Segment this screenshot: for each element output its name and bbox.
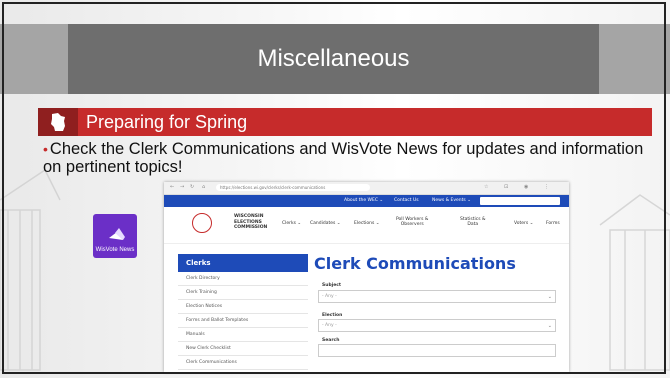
wisconsin-state-icon (38, 108, 78, 136)
sidebar-item-election-notices[interactable]: Election Notices (178, 300, 308, 314)
org-name-line: COMMISSION (234, 225, 268, 230)
sidebar-item-forms-ballot-templates[interactable]: Forms and Ballot Templates (178, 314, 308, 328)
back-icon[interactable]: ← (170, 184, 174, 190)
site-top-nav: About the WEC ⌄ Contact Us News & Events… (164, 195, 569, 207)
extension-icon[interactable]: ⊡ (504, 184, 508, 190)
search-label: Search (322, 338, 340, 343)
nav-poll-workers[interactable]: Poll Workers & Observers (396, 217, 428, 227)
home-icon[interactable]: ⌂ (202, 184, 205, 190)
subject-select[interactable]: - Any - ⌄ (318, 290, 556, 303)
nav-forms[interactable]: Forms (546, 221, 560, 226)
url-field[interactable]: https://elections.wi.gov/clerks/clerk-co… (216, 184, 370, 191)
top-nav-about[interactable]: About the WEC ⌄ (344, 198, 383, 203)
nav-elections[interactable]: Elections ⌄ (354, 221, 380, 226)
sidebar-item-manuals[interactable]: Manuals (178, 328, 308, 342)
wec-seal-logo[interactable] (192, 213, 212, 233)
clerks-sidebar: Clerks Clerk Directory Clerk Training El… (178, 254, 308, 372)
sidebar-item-clerk-directory[interactable]: Clerk Directory (178, 272, 308, 286)
page-title: Clerk Communications (314, 254, 516, 273)
subheading-text: Preparing for Spring (86, 111, 248, 132)
bullet-item: • Check the Clerk Communications and WisV… (43, 140, 657, 176)
top-nav-news[interactable]: News & Events ⌄ (432, 198, 471, 203)
title-box: Miscellaneous (68, 24, 599, 94)
nav-candidates[interactable]: Candidates ⌄ (310, 221, 341, 226)
org-name[interactable]: WISCONSIN ELECTIONS COMMISSION (234, 214, 267, 231)
chevron-down-icon: ⌄ (547, 294, 552, 300)
profile-icon[interactable]: ◉ (524, 184, 528, 190)
nav-voters[interactable]: Voters ⌄ (514, 221, 533, 226)
bullet-text: Check the Clerk Communications and WisVo… (43, 140, 644, 176)
subject-select-value: - Any - (322, 294, 337, 299)
org-name-line: WISCONSIN (234, 214, 264, 219)
sidebar-heading[interactable]: Clerks (178, 254, 308, 272)
wisvote-news-label: WisVote News (95, 247, 135, 253)
sidebar-item-clerk-training[interactable]: Clerk Training (178, 286, 308, 300)
nav-clerks[interactable]: Clerks ⌄ (282, 221, 301, 226)
wisvote-news-tile[interactable]: WisVote News (93, 214, 137, 258)
browser-url-bar: ← → ↻ ⌂ https://elections.wi.gov/clerks/… (164, 182, 569, 195)
site-search-input[interactable]: ⌕ (480, 197, 560, 206)
chevron-down-icon: ⌄ (547, 323, 552, 329)
subheading-bar: Preparing for Spring (38, 108, 652, 136)
slide: Miscellaneous Preparing for Spring • Chec… (0, 0, 670, 378)
election-select-value: - Any - (322, 323, 337, 328)
top-nav-contact[interactable]: Contact Us (394, 198, 419, 203)
site-main-nav: WISCONSIN ELECTIONS COMMISSION Clerks ⌄ … (164, 207, 569, 244)
subject-label: Subject (322, 283, 342, 288)
forward-icon[interactable]: → (180, 184, 184, 190)
megaphone-icon (109, 228, 125, 240)
bullet-dot-icon: • (43, 141, 48, 157)
clerk-communications-screenshot: ← → ↻ ⌂ https://elections.wi.gov/clerks/… (164, 182, 569, 372)
election-select[interactable]: - Any - ⌄ (318, 319, 556, 332)
nav-statistics[interactable]: Statistics & Data (460, 217, 486, 227)
sidebar-item-clerk-communications[interactable]: Clerk Communications (178, 356, 308, 370)
election-label: Election (322, 313, 343, 318)
slide-title: Miscellaneous (257, 45, 410, 72)
bookmark-icon[interactable]: ☆ (484, 184, 488, 190)
search-field[interactable] (318, 344, 556, 357)
menu-icon[interactable]: ⋮ (544, 184, 549, 190)
sidebar-item-new-clerk-checklist[interactable]: New Clerk Checklist (178, 342, 308, 356)
reload-icon[interactable]: ↻ (190, 184, 194, 190)
